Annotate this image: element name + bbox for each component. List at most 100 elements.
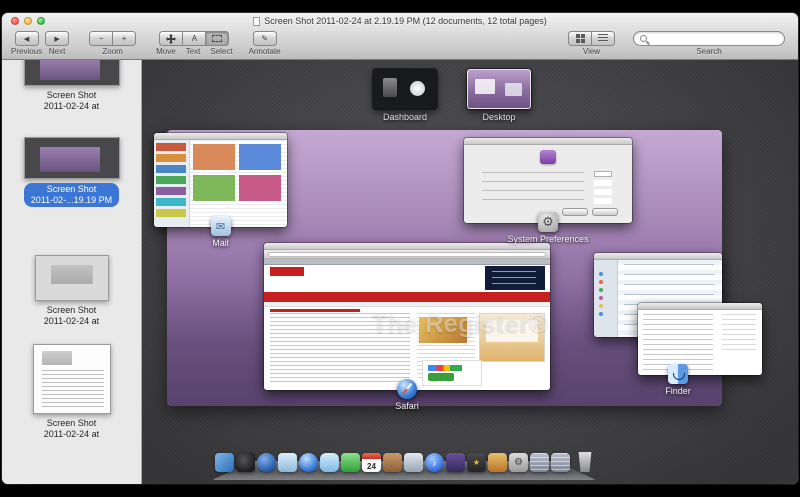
sidebar-thumbnail[interactable]: Screen Shot 2011-02-24 at xyxy=(24,60,120,113)
select-tool-button[interactable] xyxy=(205,31,229,46)
dashboard-thumbnail xyxy=(373,69,437,109)
dock-icon-address-book xyxy=(383,453,402,472)
safari-address-bar xyxy=(268,252,546,257)
dock-icon-photo-booth xyxy=(446,453,465,472)
prefs-input-fields xyxy=(594,171,612,177)
zoom-out-button[interactable]: − xyxy=(89,31,113,46)
next-group: ▶ Next xyxy=(45,31,69,56)
move-tool-icon xyxy=(166,34,176,44)
list-view-icon xyxy=(598,34,608,43)
mail-window-group: ✉ Mail xyxy=(154,133,287,248)
thumbnail-image xyxy=(35,255,109,301)
window-header: Screen Shot 2011-02-24 at 2.19.19 PM (12… xyxy=(2,13,798,60)
google-ad-block xyxy=(422,360,482,386)
safari-titlebar xyxy=(264,243,550,250)
thumbnail-sidebar: Screen Shot 2011-02-24 at Screen Shot 20… xyxy=(2,60,142,484)
calendar-day: 24 xyxy=(367,462,376,471)
zoom-window-button[interactable] xyxy=(37,17,45,25)
thumbnail-subtitle: 2011-02-24 at xyxy=(44,429,99,440)
next-icon: ▶ xyxy=(54,35,59,43)
sidebar-thumbnail-selected[interactable]: Screen Shot 2011-02-...19.19 PM xyxy=(24,137,120,208)
space-dashboard: Dashboard xyxy=(373,69,437,122)
star-icon: ★ xyxy=(473,458,480,467)
list-view-button[interactable] xyxy=(591,31,615,46)
prefs-titlebar xyxy=(464,138,632,145)
zoom-in-button[interactable]: + xyxy=(112,31,136,46)
prefs-buttons xyxy=(562,208,618,216)
system-preferences-window-group: ⚙ System Preferences xyxy=(464,138,632,244)
close-button[interactable] xyxy=(11,17,19,25)
previous-button[interactable]: ◀ xyxy=(15,31,39,46)
dock-icons: 24 ♪ ★ ⚙ xyxy=(215,452,593,472)
toolbar: ◀ Previous ▶ Next − xyxy=(2,29,798,59)
gear-icon: ⚙ xyxy=(542,214,554,230)
annotate-label: Annotate xyxy=(249,47,281,56)
dock-icon-imovie: ★ xyxy=(467,453,486,472)
sidebar-thumbnail[interactable]: Screen Shot 2011-02-24 at xyxy=(35,255,109,328)
safari-app-icon xyxy=(397,379,417,399)
gear-icon: ⚙ xyxy=(514,457,523,468)
zoom-group: − + Zoom xyxy=(89,31,136,56)
thumbnail-image xyxy=(24,60,120,86)
dock-icon-app-store xyxy=(257,453,276,472)
safari-label: Safari xyxy=(395,401,419,411)
dock-icon-documents-stack xyxy=(530,453,549,472)
previous-icon: ◀ xyxy=(24,35,29,43)
mail-message-content xyxy=(190,140,287,227)
traffic-lights xyxy=(11,17,45,25)
dock-icon-ical: 24 xyxy=(362,453,381,472)
move-tool-button[interactable] xyxy=(159,31,183,46)
finder-front-window-thumbnail xyxy=(638,303,762,375)
pencil-icon: ✎ xyxy=(261,34,268,43)
sidebar-thumbnail[interactable]: Screen Shot 2011-02-24 at xyxy=(33,344,111,441)
dock-icon-finder xyxy=(215,453,234,472)
music-note-icon: ♪ xyxy=(432,458,437,468)
grid-view-button[interactable] xyxy=(568,31,592,46)
space-desktop: Desktop xyxy=(467,69,531,122)
view-group: View xyxy=(568,31,615,56)
thumbnail-subtitle: 2011-02-24 at xyxy=(44,101,99,112)
dock-icon-preview xyxy=(404,453,423,472)
minimize-button[interactable] xyxy=(24,17,32,25)
dock-icon-trash xyxy=(577,452,593,472)
zoom-in-icon: + xyxy=(122,34,127,43)
mail-window-thumbnail xyxy=(154,133,287,227)
thumbnail-title: Screen Shot xyxy=(44,90,99,101)
dock-icon-downloads-stack xyxy=(551,453,570,472)
next-label: Next xyxy=(49,47,65,56)
desktop-thumbnail xyxy=(467,69,531,109)
text-tool-icon: A xyxy=(192,34,197,43)
next-button[interactable]: ▶ xyxy=(45,31,69,46)
dock-icon-facetime xyxy=(341,453,360,472)
system-preferences-window-thumbnail xyxy=(464,138,632,223)
desktop-label: Desktop xyxy=(482,112,515,122)
titlebar[interactable]: Screen Shot 2011-02-24 at 2.19.19 PM (12… xyxy=(2,13,798,29)
zoom-out-icon: − xyxy=(99,34,104,43)
thumbnail-image xyxy=(33,344,111,414)
search-group: Search xyxy=(633,31,785,56)
mail-label: Mail xyxy=(212,238,229,248)
site-nav-bar xyxy=(264,302,550,307)
finder-window-group: Finder xyxy=(594,253,762,396)
envelope-icon: ✉ xyxy=(216,220,225,233)
grid-view-icon xyxy=(576,34,585,43)
banner-ad-dark xyxy=(485,266,545,290)
zoom-label: Zoom xyxy=(102,47,122,56)
watermark: The Register® xyxy=(372,310,548,339)
search-field[interactable] xyxy=(633,31,785,46)
mail-app-icon: ✉ xyxy=(211,216,231,236)
search-label: Search xyxy=(696,47,721,56)
masthead-band xyxy=(264,292,550,302)
system-preferences-label: System Preferences xyxy=(507,234,588,244)
finder-app-icon xyxy=(668,364,688,384)
search-input[interactable] xyxy=(651,34,778,43)
thumbnail-title: Screen Shot xyxy=(44,418,99,429)
text-tool-button[interactable]: A xyxy=(182,31,206,46)
thumbnail-subtitle: 2011-02-...19.19 PM xyxy=(31,195,112,206)
text-label: Text xyxy=(186,47,201,56)
screenshot-canvas[interactable]: Dashboard Desktop xyxy=(142,60,798,484)
annotate-button[interactable]: ✎ xyxy=(253,31,277,46)
thumbnail-title: Screen Shot xyxy=(44,305,99,316)
document-icon xyxy=(253,17,260,26)
finder-label: Finder xyxy=(665,386,691,396)
